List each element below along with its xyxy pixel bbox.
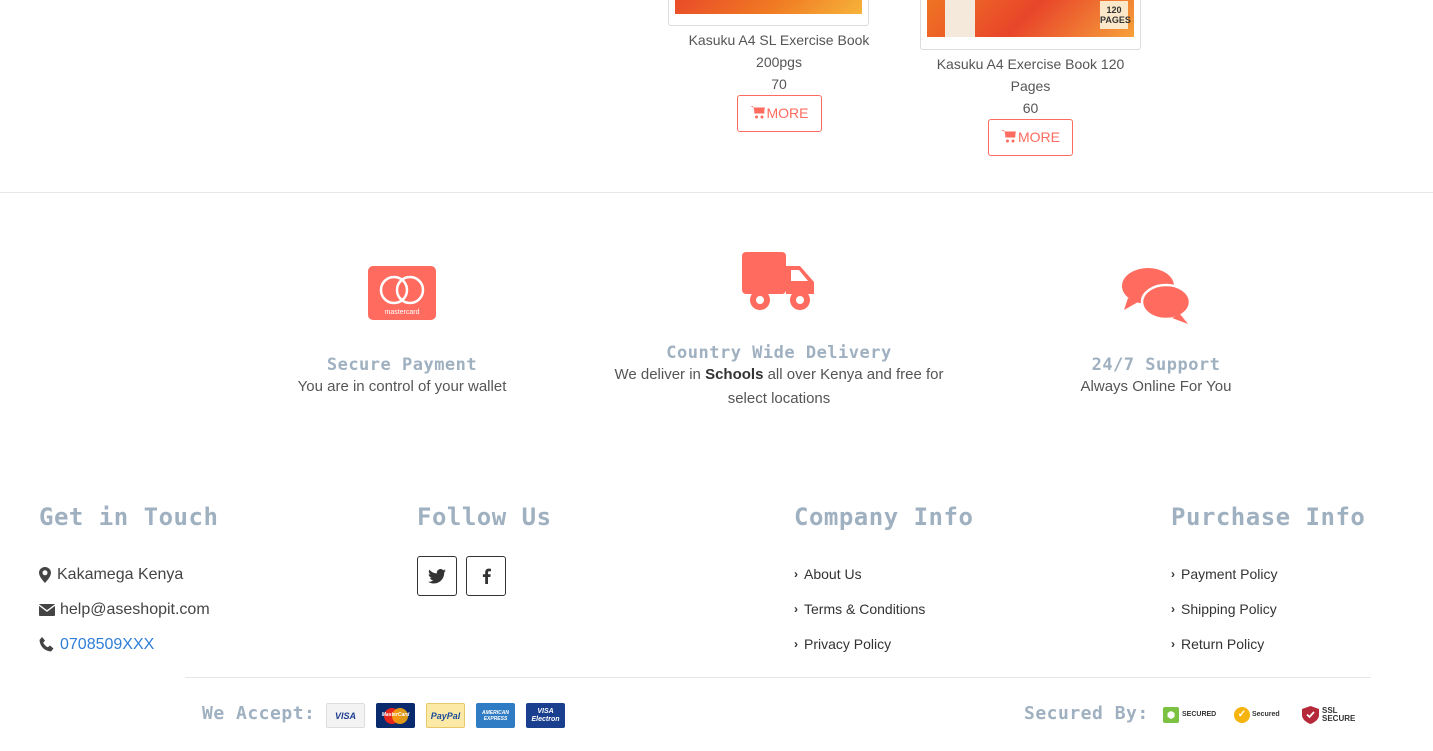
product-name-line1: Kasuku A4 SL Exercise Book — [688, 32, 870, 48]
feature-secure-payment: mastercard Secure Payment You are in con… — [252, 266, 552, 399]
chevron-right-icon: › — [1171, 636, 1175, 651]
feature-support: 24/7 Support Always Online For You — [1006, 266, 1306, 399]
product-card: Kasuku A4 SL Exercise Book 200pgs 70 MOR… — [668, 0, 890, 132]
chevron-right-icon: › — [794, 636, 798, 651]
footer-link-terms[interactable]: › Terms & Conditions — [794, 591, 1114, 626]
footer-link-label: Payment Policy — [1181, 565, 1278, 582]
footer-divider — [185, 677, 1371, 678]
footer-company: Company Info › About Us › Terms & Conditio… — [794, 503, 1114, 661]
footer-link-label: Privacy Policy — [804, 635, 892, 652]
visa-electron-icon-label: VISA Electron — [531, 707, 560, 723]
more-label: MORE — [1018, 129, 1060, 145]
feature-desc: We deliver in Schools all over Kenya and… — [614, 363, 944, 411]
mastercard-icon: mastercard — [368, 266, 436, 320]
paypal-icon-label: PayPal — [430, 710, 461, 721]
secured-by-label: Secured By: — [1024, 703, 1149, 724]
feature-desc: Always Online For You — [1080, 378, 1232, 395]
product-price: 70 — [771, 76, 787, 92]
godaddy-secured-seal-icon: ⬢ SECURED — [1163, 703, 1216, 727]
product-card: 120 PAGES Kasuku A4 Exercise Book 120 Pag… — [920, 0, 1141, 156]
mastercard-icon-text: mastercard — [384, 309, 419, 316]
more-button[interactable]: MORE — [988, 119, 1073, 156]
cover-label: 120 PAGES — [1100, 1, 1131, 29]
product-name[interactable]: Kasuku A4 Exercise Book 120 Pages — [920, 53, 1141, 97]
product-name-line2: 200pgs — [756, 54, 802, 70]
we-accept-label: We Accept: — [202, 703, 316, 724]
mastercard-logo-icon: MasterCard — [376, 703, 415, 728]
footer-link-about[interactable]: › About Us — [794, 556, 1114, 591]
location-text: Kakamega Kenya — [57, 565, 184, 583]
feature-title: Secure Payment — [326, 355, 478, 375]
product-name[interactable]: Kasuku A4 SL Exercise Book 200pgs — [668, 29, 890, 73]
footer-link-label: About Us — [804, 565, 862, 582]
contact-phone: 0708509XXX — [39, 627, 359, 662]
map-marker-icon — [39, 566, 57, 583]
paypal-icon: PayPal — [426, 703, 465, 728]
footer-heading: Follow Us — [417, 503, 552, 531]
footer-heading: Get in Touch — [39, 503, 219, 531]
footer-link-privacy[interactable]: › Privacy Policy — [794, 626, 1114, 661]
chevron-right-icon: › — [1171, 566, 1175, 581]
visa-icon-label: VISA — [334, 710, 356, 721]
cart-icon — [1001, 121, 1017, 156]
feature-desc-pre: We deliver in — [614, 366, 706, 383]
more-button[interactable]: MORE — [736, 95, 822, 132]
amex-icon: AMERICAN EXPRESS — [476, 703, 515, 728]
product-name-line1: Kasuku A4 Exercise Book 120 — [936, 56, 1125, 72]
envelope-icon — [39, 603, 60, 616]
cart-icon — [749, 97, 766, 132]
twitter-icon[interactable] — [417, 556, 457, 596]
footer-heading: Company Info — [794, 503, 974, 531]
chevron-right-icon: › — [794, 601, 798, 616]
footer-link-shipping[interactable]: › Shipping Policy — [1171, 591, 1411, 626]
footer-link-label: Shipping Policy — [1181, 600, 1277, 617]
footer-follow: Follow Us — [417, 503, 737, 596]
chevron-right-icon: › — [1171, 601, 1175, 616]
seal-label: SSL SECURE — [1322, 706, 1356, 723]
feature-desc-bold: Schools — [705, 366, 764, 383]
product-price: 60 — [1022, 100, 1039, 116]
feature-desc: You are in control of your wallet — [297, 378, 507, 395]
footer-link-return[interactable]: › Return Policy — [1171, 626, 1411, 661]
phone-link[interactable]: 0708509XXX — [60, 636, 154, 654]
feature-title: 24/7 Support — [1091, 355, 1221, 375]
contact-email: help@aseshopit.com — [39, 592, 359, 627]
footer-link-payment[interactable]: › Payment Policy — [1171, 556, 1411, 591]
phone-icon — [39, 637, 60, 652]
footer-purchase: Purchase Info › Payment Policy › Shipping … — [1171, 503, 1411, 661]
footer-contact: Get in Touch Kakamega Kenya help@aseshop… — [39, 503, 359, 662]
product-image[interactable] — [668, 0, 869, 26]
facebook-icon[interactable] — [466, 556, 506, 596]
footer-link-label: Return Policy — [1181, 635, 1265, 652]
visa-electron-icon: VISA Electron — [526, 703, 565, 728]
email-text: help@aseshopit.com — [60, 600, 210, 618]
footer-link-label: Terms & Conditions — [804, 600, 926, 617]
contact-location: Kakamega Kenya — [39, 557, 359, 592]
visa-icon: VISA — [326, 703, 365, 728]
footer-heading: Purchase Info — [1171, 503, 1366, 531]
product-image[interactable]: 120 PAGES — [920, 0, 1141, 50]
seal-label: Secured — [1252, 711, 1280, 718]
paypal-secured-seal-icon: ✓ Secured — [1234, 703, 1280, 727]
feature-delivery: Country Wide Delivery We deliver in Scho… — [614, 250, 944, 411]
ssl-secure-seal-icon: SSL SECURE — [1302, 703, 1356, 727]
comments-icon — [1120, 266, 1192, 324]
product-name-line2: Pages — [1010, 78, 1051, 94]
section-divider — [0, 192, 1433, 193]
mastercard-logo-label: MasterCard — [381, 711, 410, 718]
feature-title: Country Wide Delivery — [666, 343, 892, 363]
amex-icon-label: AMERICAN EXPRESS — [482, 709, 509, 722]
chevron-right-icon: › — [794, 566, 798, 581]
truck-icon — [740, 250, 818, 314]
more-label: MORE — [766, 105, 809, 121]
seal-label: SECURED — [1182, 711, 1217, 718]
